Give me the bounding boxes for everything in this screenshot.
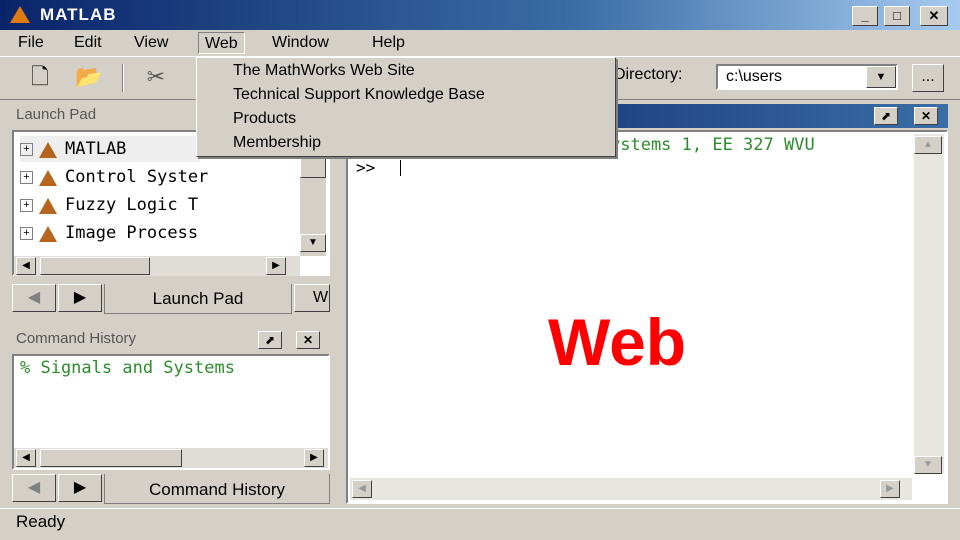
- tab-command-history[interactable]: Command History: [104, 474, 330, 504]
- minimize-button[interactable]: _: [852, 6, 878, 26]
- menu-view[interactable]: View: [128, 32, 174, 54]
- tree-item-control-systems[interactable]: + Control Syster: [20, 164, 298, 190]
- command-vscrollbar[interactable]: [914, 134, 944, 474]
- menu-item-technical-support[interactable]: Technical Support Knowledge Base: [233, 84, 485, 106]
- scroll-left-icon[interactable]: ◀: [352, 480, 372, 498]
- close-icon[interactable]: ✕: [914, 107, 938, 125]
- open-folder-icon[interactable]: 📂: [72, 62, 106, 92]
- tab-launch-pad[interactable]: Launch Pad: [104, 284, 292, 314]
- status-text: Ready: [16, 512, 66, 531]
- title-bar: [0, 0, 960, 30]
- tab-prev-icon[interactable]: ◀: [12, 474, 56, 502]
- scroll-up-icon[interactable]: ▲: [914, 136, 942, 154]
- new-file-icon[interactable]: 🗋: [26, 62, 54, 92]
- close-button[interactable]: ✕: [920, 6, 948, 26]
- expand-icon[interactable]: +: [20, 171, 33, 185]
- matlab-logo-icon: [39, 225, 57, 242]
- directory-dropdown-icon[interactable]: ▼: [866, 66, 896, 88]
- expand-icon[interactable]: +: [20, 199, 33, 213]
- tree-item-image-processing[interactable]: + Image Process: [20, 220, 298, 246]
- menu-help[interactable]: Help: [366, 32, 411, 54]
- menu-edit[interactable]: Edit: [68, 32, 108, 54]
- tab-next-icon[interactable]: ▶: [58, 474, 102, 502]
- cut-icon[interactable]: ✂: [142, 62, 170, 92]
- tab-workspace[interactable]: W: [294, 284, 330, 312]
- window-title: MATLAB: [40, 5, 117, 24]
- menu-item-membership[interactable]: Membership: [233, 132, 321, 154]
- tree-item-matlab[interactable]: + MATLAB: [20, 136, 200, 162]
- text-cursor: [400, 160, 401, 176]
- close-icon[interactable]: ✕: [296, 331, 320, 349]
- menu-file[interactable]: File: [12, 32, 50, 54]
- hscroll-thumb[interactable]: [40, 449, 182, 467]
- matlab-logo-icon: [10, 6, 30, 23]
- undock-icon[interactable]: ⬈: [258, 331, 282, 349]
- matlab-logo-icon: [39, 141, 57, 158]
- scroll-down-icon[interactable]: ▼: [300, 234, 326, 252]
- menu-item-products[interactable]: Products: [233, 108, 296, 130]
- scroll-down-icon[interactable]: ▼: [914, 456, 942, 474]
- matlab-logo-icon: [39, 197, 57, 214]
- tree-item-fuzzy-logic[interactable]: + Fuzzy Logic T: [20, 192, 298, 218]
- web-dropdown-menu: The MathWorks Web Site Technical Support…: [196, 57, 616, 157]
- scroll-left-icon[interactable]: ◀: [16, 257, 36, 275]
- status-bar: [0, 508, 960, 540]
- scroll-left-icon[interactable]: ◀: [16, 449, 36, 467]
- toolbar-separator: [122, 64, 124, 92]
- command-prompt: >>: [356, 158, 376, 177]
- expand-icon[interactable]: +: [20, 143, 33, 157]
- expand-icon[interactable]: +: [20, 227, 33, 241]
- maximize-button[interactable]: □: [884, 6, 910, 26]
- scroll-right-icon[interactable]: ▶: [266, 257, 286, 275]
- menu-window[interactable]: Window: [266, 32, 335, 54]
- tab-prev-icon[interactable]: ◀: [12, 284, 56, 312]
- command-output-line: ystems 1, EE 327 WVU: [610, 135, 815, 155]
- scroll-right-icon[interactable]: ▶: [880, 480, 900, 498]
- menu-web[interactable]: Web: [198, 32, 245, 54]
- scroll-right-icon[interactable]: ▶: [304, 449, 324, 467]
- matlab-logo-icon: [39, 169, 57, 186]
- history-line[interactable]: % Signals and Systems: [20, 358, 235, 378]
- directory-label: Directory:: [614, 66, 683, 83]
- command-history-header: Command History: [10, 328, 330, 352]
- menu-item-mathworks-web-site[interactable]: The MathWorks Web Site: [233, 60, 415, 82]
- tab-next-icon[interactable]: ▶: [58, 284, 102, 312]
- undock-icon[interactable]: ⬈: [874, 107, 898, 125]
- hscroll-thumb[interactable]: [40, 257, 150, 275]
- browse-button[interactable]: ...: [912, 64, 944, 92]
- command-hscrollbar[interactable]: [350, 478, 912, 500]
- web-overlay-label: Web: [548, 305, 687, 379]
